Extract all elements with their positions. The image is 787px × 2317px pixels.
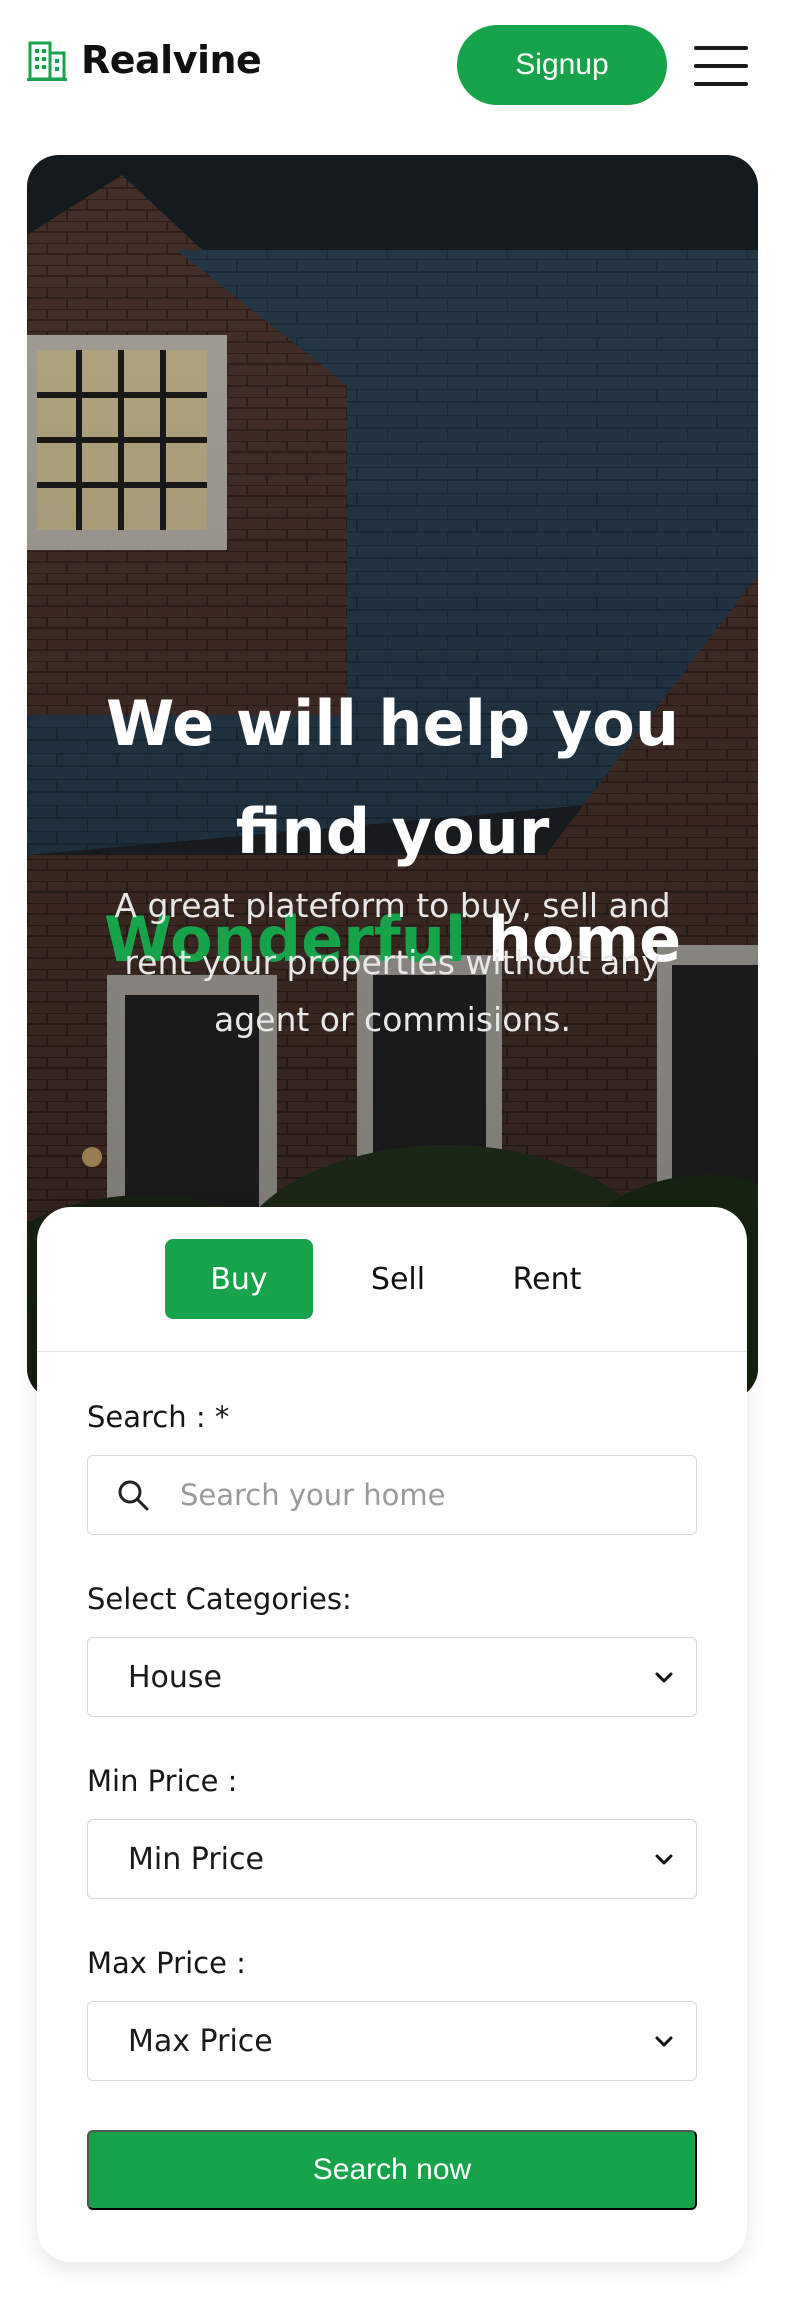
category-selected-value: House (128, 1659, 223, 1695)
tab-buy[interactable]: Buy (165, 1239, 313, 1319)
hero-title-line-2: find your (235, 795, 550, 868)
tab-sell[interactable]: Sell (339, 1239, 457, 1319)
chevron-down-icon (655, 1672, 673, 1683)
search-label: Search : * (87, 1400, 230, 1434)
search-placeholder: Search your home (180, 1478, 446, 1512)
building-icon (27, 41, 67, 81)
signup-button[interactable]: Signup (457, 25, 667, 105)
min-price-select[interactable]: Min Price (87, 1819, 697, 1899)
hero-title-line-1: We will help you (106, 687, 679, 760)
brand-name: Realvine (81, 38, 262, 82)
hamburger-menu-icon[interactable] (694, 46, 748, 86)
max-price-label: Max Price : (87, 1946, 246, 1980)
brand-logo[interactable]: Realvine (27, 38, 262, 82)
max-price-selected-value: Max Price (128, 2023, 273, 2059)
search-icon (118, 1480, 149, 1511)
max-price-select[interactable]: Max Price (87, 2001, 697, 2081)
search-input[interactable]: Search your home (87, 1455, 697, 1535)
property-search-card: Buy Sell Rent Search : * Search your hom… (37, 1207, 747, 2262)
min-price-label: Min Price : (87, 1764, 238, 1798)
min-price-selected-value: Min Price (128, 1841, 264, 1877)
tab-rent[interactable]: Rent (477, 1239, 617, 1319)
hero-subtitle: A great plateform to buy, sell and rent … (114, 886, 671, 1039)
chevron-down-icon (655, 1854, 673, 1865)
category-select[interactable]: House (87, 1637, 697, 1717)
search-now-button[interactable]: Search now (87, 2130, 697, 2210)
chevron-down-icon (655, 2036, 673, 2047)
category-label: Select Categories: (87, 1582, 352, 1616)
listing-type-tabs: Buy Sell Rent (37, 1207, 747, 1352)
top-header: Realvine Signup (0, 0, 787, 150)
